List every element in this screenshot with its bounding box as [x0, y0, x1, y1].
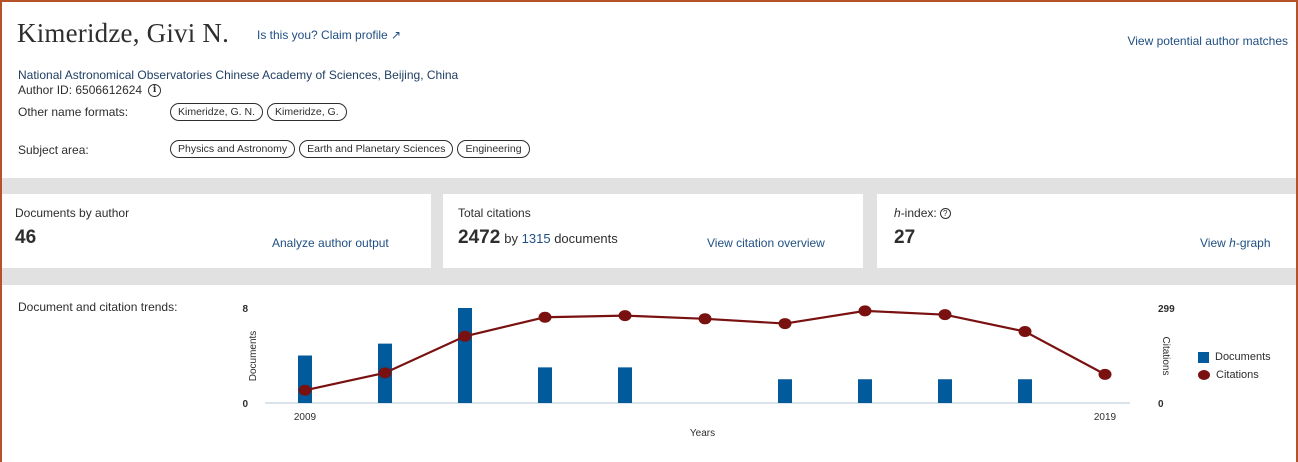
documents-bar [1018, 379, 1032, 403]
subject-area-list: Physics and Astronomy Earth and Planetar… [170, 140, 530, 158]
legend-citations-label: Citations [1216, 369, 1259, 381]
documents-bar [298, 355, 312, 403]
author-name: Kimeridze, Givi N. [17, 18, 230, 48]
subject-chip[interactable]: Physics and Astronomy [170, 140, 296, 158]
y-axis-left-title: Documents [248, 331, 259, 382]
hindex-value: 27 [894, 227, 916, 248]
documents-count: 46 [15, 227, 37, 248]
card-divider [863, 194, 877, 268]
x-axis-title: Years [690, 428, 715, 439]
claim-profile-link[interactable]: Is this you? Claim profile ↗ [257, 28, 401, 42]
view-h-graph-link[interactable]: View h-graph [1200, 236, 1271, 250]
hindex-card: h-index:? 27 View h-graph [877, 194, 1296, 268]
citations-point [298, 384, 312, 396]
documents-word: documents [554, 231, 618, 246]
separator-band [2, 268, 1296, 285]
citations-swatch [1198, 370, 1210, 380]
card-divider [431, 194, 443, 268]
legend-documents-label: Documents [1215, 351, 1271, 363]
x-tick-label: 2009 [294, 412, 317, 423]
citations-point [1098, 368, 1112, 380]
other-name-formats-label: Other name formats: [18, 105, 129, 119]
left-tick-label: 8 [242, 304, 248, 315]
citations-point [378, 367, 392, 379]
author-id-row: Author ID: 6506612624 i [18, 83, 162, 97]
citations-point [618, 310, 632, 322]
affiliation[interactable]: National Astronomical Observatories Chin… [18, 68, 458, 82]
h-graph-h: h [1229, 236, 1236, 250]
legend-documents[interactable]: Documents [1198, 348, 1271, 366]
legend-citations[interactable]: Citations [1198, 366, 1271, 384]
citations-label: Total citations [458, 206, 531, 220]
left-tick-label: 0 [242, 399, 248, 410]
documents-bar [858, 379, 872, 403]
citations-point [938, 309, 952, 321]
documents-bar [938, 379, 952, 403]
citations-point [1018, 326, 1032, 338]
documents-card: Documents by author 46 Analyze author ou… [2, 194, 431, 268]
citations-by-text: by 1315 documents [504, 231, 618, 246]
subject-chip[interactable]: Engineering [457, 140, 530, 158]
documents-bar [618, 367, 632, 403]
view-citation-overview-link[interactable]: View citation overview [707, 236, 825, 250]
name-format-chip[interactable]: Kimeridze, G. [267, 103, 347, 121]
subject-chip[interactable]: Earth and Planetary Sciences [299, 140, 454, 158]
right-tick-label: 0 [1158, 399, 1164, 410]
y-axis-right-title: Citations [1160, 337, 1171, 376]
other-name-formats-list: Kimeridze, G. N. Kimeridze, G. [170, 103, 347, 121]
separator-band [2, 178, 1296, 194]
documents-swatch [1198, 351, 1209, 363]
analyze-author-output-link[interactable]: Analyze author output [272, 236, 389, 250]
citations-count: 2472 [458, 227, 501, 248]
hindex-label-h: h [894, 206, 901, 220]
documents-bar [778, 379, 792, 403]
by-word: by [504, 231, 519, 246]
info-icon[interactable]: i [148, 83, 162, 97]
subject-area-label: Subject area: [18, 143, 89, 157]
citations-point [698, 313, 712, 325]
citations-point [858, 305, 872, 317]
document-citation-trend-chart: 8 0 299 0 Documents Citations 2009 2019 Years [242, 304, 1175, 439]
h-graph-suffix: -graph [1235, 236, 1271, 250]
help-icon[interactable]: ? [939, 208, 951, 219]
citations-point [458, 330, 472, 342]
h-graph-prefix: View [1200, 236, 1230, 250]
author-id: Author ID: 6506612624 [18, 83, 143, 97]
x-tick-label: 2019 [1094, 412, 1117, 423]
hindex-label: h-index:? [894, 206, 951, 220]
author-header: Kimeridze, Givi N. Is this you? Claim pr… [2, 2, 1296, 178]
trends-label: Document and citation trends: [18, 300, 178, 314]
right-tick-label: 299 [1158, 304, 1175, 315]
citations-point [538, 311, 552, 323]
hindex-label-rest: -index: [900, 206, 937, 220]
citations-point [778, 318, 792, 330]
citations-card: Total citations 2472 by 1315 documents Vi… [443, 194, 863, 268]
chart-legend: Documents Citations [1198, 348, 1271, 384]
citations-value-row: 2472 by 1315 documents [458, 227, 618, 249]
documents-bar [538, 367, 552, 403]
view-potential-matches-link[interactable]: View potential author matches [1127, 34, 1288, 48]
citing-documents-link[interactable]: 1315 [522, 231, 551, 246]
documents-label: Documents by author [15, 206, 130, 220]
name-format-chip[interactable]: Kimeridze, G. N. [170, 103, 264, 121]
documents-bar [458, 308, 472, 403]
